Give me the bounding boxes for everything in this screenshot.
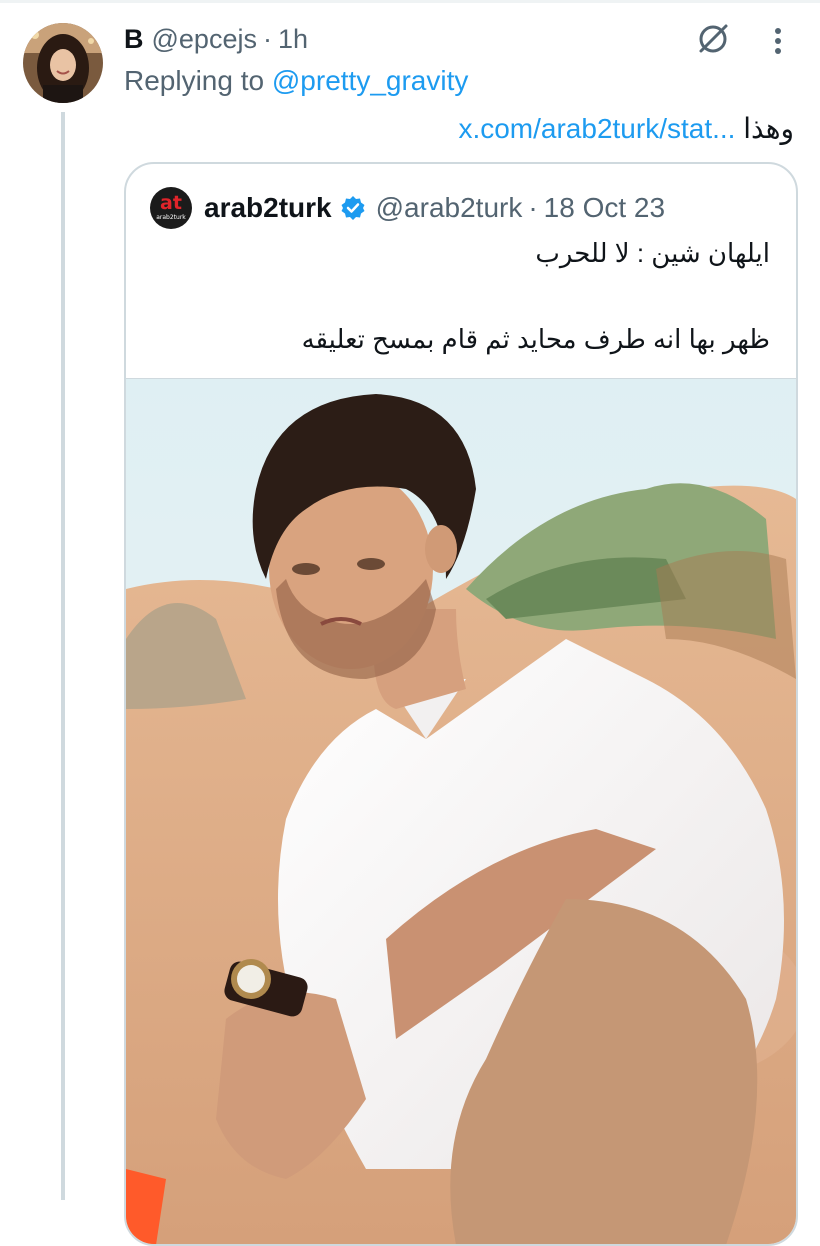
more-icon[interactable] bbox=[768, 26, 788, 56]
quote-handle[interactable]: @arab2turk bbox=[376, 192, 523, 224]
display-name[interactable]: B bbox=[124, 24, 144, 55]
replying-mention[interactable]: @pretty_gravity bbox=[272, 65, 469, 96]
quote-avatar[interactable]: at arab2turk bbox=[150, 187, 192, 229]
quote-display-name[interactable]: arab2turk bbox=[204, 192, 332, 224]
quote-separator-dot: · bbox=[528, 192, 538, 223]
quote-media-photo[interactable] bbox=[126, 378, 796, 1244]
quote-logo-text: at bbox=[160, 192, 182, 214]
top-divider bbox=[0, 0, 820, 3]
tweet-header: B @epcejs · 1h bbox=[124, 22, 308, 56]
quote-tweet-card[interactable]: at arab2turk arab2turk @arab2turk · 18 O… bbox=[124, 162, 798, 1246]
quote-header: at arab2turk arab2turk @arab2turk · 18 O… bbox=[150, 186, 665, 230]
handle[interactable]: @epcejs bbox=[152, 24, 257, 55]
tweet-text-arabic: وهذا bbox=[743, 113, 794, 144]
grok-icon[interactable] bbox=[695, 20, 731, 56]
tweet-link[interactable]: x.com/arab2turk/stat... bbox=[458, 113, 735, 144]
quote-text-line2: ظهر بها انه طرف محايد ثم قام بمسح تعليقه bbox=[301, 324, 770, 354]
verified-badge-icon bbox=[341, 196, 365, 220]
avatar[interactable] bbox=[23, 23, 103, 103]
quote-text-line1: ايلهان شين : لا للحرب bbox=[535, 238, 770, 268]
replying-prefix: Replying to bbox=[124, 65, 272, 96]
replying-to: Replying to @pretty_gravity bbox=[124, 65, 468, 97]
separator-dot: · bbox=[262, 23, 272, 54]
quote-logo-subtext: arab2turk bbox=[156, 214, 186, 221]
thread-line bbox=[61, 112, 65, 1200]
tweet-text: وهذا x.com/arab2turk/stat... bbox=[458, 112, 794, 145]
timestamp[interactable]: 1h bbox=[278, 24, 308, 55]
quote-date[interactable]: 18 Oct 23 bbox=[544, 192, 665, 224]
